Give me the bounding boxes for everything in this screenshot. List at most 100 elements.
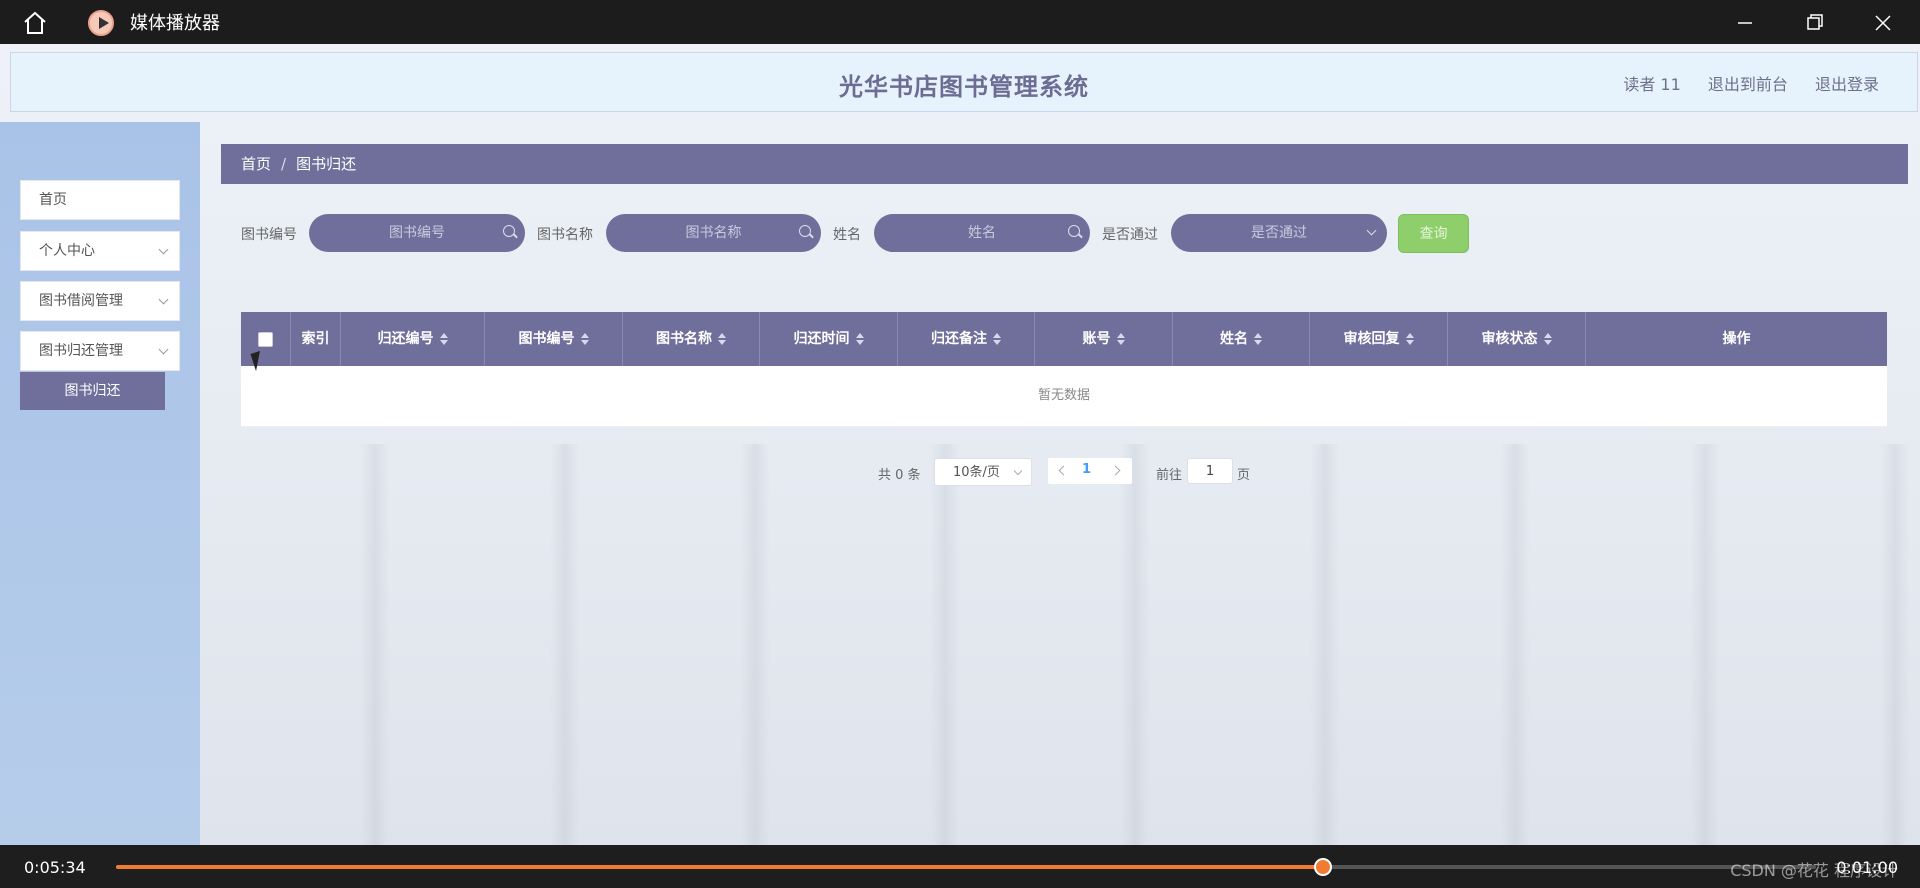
book-name-label: 图书名称 xyxy=(537,227,593,243)
sort-icon[interactable] xyxy=(855,333,864,345)
breadcrumb-home[interactable]: 首页 xyxy=(241,155,271,173)
col-review-reply[interactable]: 审核回复 xyxy=(1310,312,1448,366)
media-player-icon xyxy=(88,10,114,36)
book-no-input[interactable]: 图书编号 xyxy=(309,214,525,252)
returns-table: 索引 归还编号 图书编号 图书名称 归还时间 归还备注 账号 姓名 审核回复 审… xyxy=(241,312,1887,427)
home-icon[interactable] xyxy=(22,10,48,36)
col-actions: 操作 xyxy=(1586,312,1887,366)
user-links: 读者 11 退出到前台 退出登录 xyxy=(1601,71,1879,95)
search-icon xyxy=(503,225,515,237)
name-input[interactable]: 姓名 xyxy=(874,214,1090,252)
sort-icon[interactable] xyxy=(1543,333,1552,345)
main-content: 首页 / 图书归还 图书编号 图书编号 图书名称 图书名称 姓名 姓名 是否通过 是… xyxy=(200,122,1920,845)
total-count: 共 0 条 xyxy=(878,468,921,483)
col-label: 账号 xyxy=(1082,331,1111,347)
sidebar-item-label: 首页 xyxy=(39,192,67,208)
search-form: 图书编号 图书编号 图书名称 图书名称 姓名 姓名 是否通过 是否通过 查询 xyxy=(241,214,1469,254)
pagination: 共 0 条 10条/页 1 前往 1 页 xyxy=(878,458,1478,488)
sort-icon[interactable] xyxy=(1405,333,1414,345)
col-label: 归还备注 xyxy=(931,331,987,347)
col-label: 归还编号 xyxy=(377,331,434,347)
sidebar-item-home[interactable]: 首页 xyxy=(20,180,180,220)
chevron-left-icon[interactable] xyxy=(1058,465,1069,476)
col-label: 姓名 xyxy=(1220,331,1248,347)
book-name-input[interactable]: 图书名称 xyxy=(606,214,821,252)
page-size-value: 10条/页 xyxy=(953,465,1000,480)
sidebar-item-borrow[interactable]: 图书借阅管理 xyxy=(20,281,180,321)
chevron-right-icon[interactable] xyxy=(1110,465,1121,476)
book-no-placeholder: 图书编号 xyxy=(389,225,445,241)
sort-icon[interactable] xyxy=(718,333,726,345)
col-return-time[interactable]: 归还时间 xyxy=(760,312,898,366)
select-all-checkbox[interactable] xyxy=(258,331,273,347)
col-label: 审核状态 xyxy=(1481,331,1538,347)
sidebar-item-label: 图书借阅管理 xyxy=(39,293,123,309)
page-nav: 1 xyxy=(1048,458,1132,484)
goto-input[interactable]: 1 xyxy=(1187,458,1233,484)
sort-icon[interactable] xyxy=(580,333,589,345)
goto-label: 前往 xyxy=(1156,468,1183,483)
table-header: 索引 归还编号 图书编号 图书名称 归还时间 归还备注 账号 姓名 审核回复 审… xyxy=(241,312,1887,366)
seek-bar[interactable] xyxy=(116,858,1816,876)
col-account[interactable]: 账号 xyxy=(1035,312,1173,366)
sidebar-item-personal-center[interactable]: 个人中心 xyxy=(20,231,180,271)
col-name[interactable]: 姓名 xyxy=(1173,312,1310,366)
video-frame: 光华书店图书管理系统 读者 11 退出到前台 退出登录 首页 个人中心 图书借阅… xyxy=(0,44,1920,845)
query-button[interactable]: 查询 xyxy=(1398,214,1469,253)
sidebar: 首页 个人中心 图书借阅管理 图书归还管理 图书归还 xyxy=(0,122,200,845)
col-label: 归还时间 xyxy=(793,331,850,347)
chevron-up-icon xyxy=(158,344,169,355)
front-link[interactable]: 退出到前台 xyxy=(1708,75,1788,94)
col-label: 审核回复 xyxy=(1343,331,1400,347)
search-icon xyxy=(799,225,811,237)
table-empty-row: 暂无数据 xyxy=(241,366,1887,427)
total-time: 0:01:00 xyxy=(1836,858,1898,877)
col-book-no[interactable]: 图书编号 xyxy=(485,312,623,366)
col-return-no[interactable]: 归还编号 xyxy=(341,312,485,366)
sidebar-item-return[interactable]: 图书归还管理 xyxy=(20,331,180,371)
window-titlebar: 媒体播放器 xyxy=(0,0,1920,44)
name-placeholder: 姓名 xyxy=(968,225,996,241)
name-label: 姓名 xyxy=(833,227,861,243)
logout-link[interactable]: 退出登录 xyxy=(1815,75,1879,94)
sort-icon[interactable] xyxy=(439,333,448,345)
elapsed-time: 0:05:34 xyxy=(24,858,86,877)
sidebar-subitem-return[interactable]: 图书归还 xyxy=(20,372,165,410)
username: 读者 11 xyxy=(1623,75,1681,94)
breadcrumb-separator: / xyxy=(281,155,287,173)
col-label: 操作 xyxy=(1722,331,1751,347)
chevron-down-icon xyxy=(1013,466,1023,476)
col-label: 索引 xyxy=(301,331,330,347)
breadcrumb: 首页 / 图书归还 xyxy=(221,144,1908,184)
player-controls: 0:05:34 CSDN @花花 程序设计 0:01:00 xyxy=(0,845,1920,888)
chevron-down-icon xyxy=(158,294,169,305)
chevron-down-icon xyxy=(158,244,169,255)
close-icon[interactable] xyxy=(1868,8,1898,38)
col-book-name[interactable]: 图书名称 xyxy=(623,312,760,366)
book-name-placeholder: 图书名称 xyxy=(685,225,742,241)
approved-select[interactable]: 是否通过 xyxy=(1171,214,1387,252)
minimize-icon[interactable] xyxy=(1730,8,1760,38)
col-label: 图书编号 xyxy=(518,331,575,347)
page-size-select[interactable]: 10条/页 xyxy=(934,458,1032,486)
sort-icon[interactable] xyxy=(993,333,1001,345)
col-return-note[interactable]: 归还备注 xyxy=(898,312,1035,366)
sidebar-item-label: 图书归还管理 xyxy=(39,343,123,359)
sort-icon[interactable] xyxy=(1254,333,1262,345)
sidebar-item-label: 个人中心 xyxy=(39,243,95,259)
book-no-label: 图书编号 xyxy=(241,227,297,243)
approved-label: 是否通过 xyxy=(1102,227,1158,243)
sort-icon[interactable] xyxy=(1116,333,1125,345)
window-title: 媒体播放器 xyxy=(130,13,220,34)
seek-progress xyxy=(116,865,1323,869)
current-page[interactable]: 1 xyxy=(1082,462,1091,477)
chevron-down-icon xyxy=(1366,225,1377,236)
seek-thumb[interactable] xyxy=(1314,858,1332,876)
restore-icon[interactable] xyxy=(1800,8,1830,38)
col-index: 索引 xyxy=(291,312,341,366)
select-all-cell[interactable] xyxy=(241,312,291,366)
col-review-status[interactable]: 审核状态 xyxy=(1448,312,1586,366)
search-icon xyxy=(1068,225,1080,237)
col-label: 图书名称 xyxy=(656,331,712,347)
approved-placeholder: 是否通过 xyxy=(1251,225,1307,241)
